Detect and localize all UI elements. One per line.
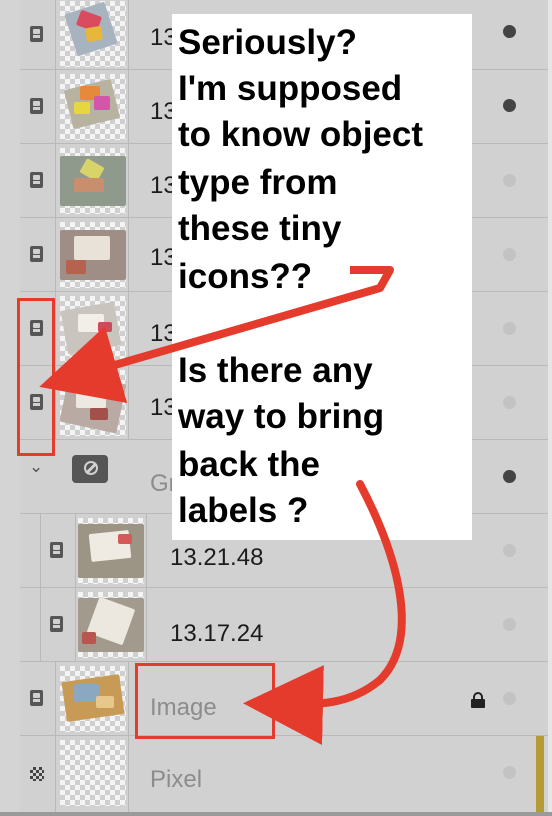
callout-line: Is there any: [178, 351, 373, 390]
layer-type-cell: [20, 662, 56, 735]
layer-thumbnail[interactable]: [60, 222, 126, 288]
visibility-dot-icon[interactable]: [503, 174, 516, 187]
object-layer-icon: [30, 97, 43, 114]
visibility-dot-icon[interactable]: [503, 99, 516, 112]
object-layer-icon: [30, 689, 43, 706]
visibility-dot-icon[interactable]: [503, 25, 516, 38]
chevron-down-icon[interactable]: ⌄: [29, 457, 43, 477]
layer-type-cell: [20, 736, 56, 812]
layer-thumbnail[interactable]: [60, 370, 126, 436]
layer-type-cell: [20, 0, 56, 69]
object-layer-icon: [50, 541, 63, 558]
layer-thumbnail[interactable]: [60, 740, 126, 806]
callout-line: these tiny: [178, 209, 342, 248]
callout-line: Seriously?: [178, 23, 357, 62]
group-clip-icon: [72, 455, 108, 483]
layer-row[interactable]: Image: [20, 662, 548, 736]
layer-thumbnail[interactable]: [60, 666, 126, 732]
layer-type-cell: [20, 144, 56, 217]
layer-type-cell: [40, 514, 76, 587]
layer-thumbnail[interactable]: [78, 592, 144, 658]
layer-thumbnail[interactable]: [60, 148, 126, 214]
callout-line: type from: [178, 163, 338, 202]
layer-name[interactable]: Pixel: [150, 766, 202, 794]
panel-edge: [548, 0, 552, 816]
pixel-layer-icon: [30, 767, 44, 781]
layer-name[interactable]: 13.21.48: [170, 544, 263, 572]
panel-bottom-edge: [0, 812, 552, 816]
callout-line: labels ?: [178, 491, 309, 530]
layer-color-tag: [536, 736, 544, 812]
visibility-dot-icon[interactable]: [503, 396, 516, 409]
object-layer-icon: [30, 25, 43, 42]
visibility-dot-icon[interactable]: [503, 766, 516, 779]
callout-line: I'm supposed: [178, 69, 403, 108]
highlight-box-icons: [17, 298, 55, 456]
lock-icon[interactable]: [471, 692, 485, 708]
visibility-dot-icon[interactable]: [503, 618, 516, 631]
layer-type-cell: [20, 70, 56, 143]
object-layer-icon: [30, 171, 43, 188]
callout-line: icons??: [178, 257, 313, 296]
callout-line: way to bring: [178, 397, 385, 436]
visibility-dot-icon[interactable]: [503, 692, 516, 705]
visibility-dot-icon[interactable]: [503, 248, 516, 261]
layer-thumbnail[interactable]: [78, 518, 144, 584]
layer-name[interactable]: 13.17.24: [170, 620, 263, 648]
layer-type-cell: [20, 218, 56, 291]
object-layer-icon: [30, 245, 43, 262]
annotation-callout: Seriously? I'm supposed to know object t…: [172, 14, 472, 540]
layer-thumbnail[interactable]: [60, 74, 126, 140]
layer-row[interactable]: 13.17.24: [20, 588, 548, 662]
layer-thumbnail[interactable]: [60, 1, 126, 67]
layer-type-cell: [40, 588, 76, 661]
visibility-dot-icon[interactable]: [503, 322, 516, 335]
callout-line: back the: [178, 445, 320, 484]
visibility-dot-icon[interactable]: [503, 470, 516, 483]
callout-line: to know object: [178, 115, 423, 154]
object-layer-icon: [50, 615, 63, 632]
visibility-dot-icon[interactable]: [503, 544, 516, 557]
layer-thumbnail[interactable]: [60, 296, 126, 362]
highlight-box-image-label: [135, 663, 275, 739]
layer-row[interactable]: Pixel: [20, 736, 548, 812]
